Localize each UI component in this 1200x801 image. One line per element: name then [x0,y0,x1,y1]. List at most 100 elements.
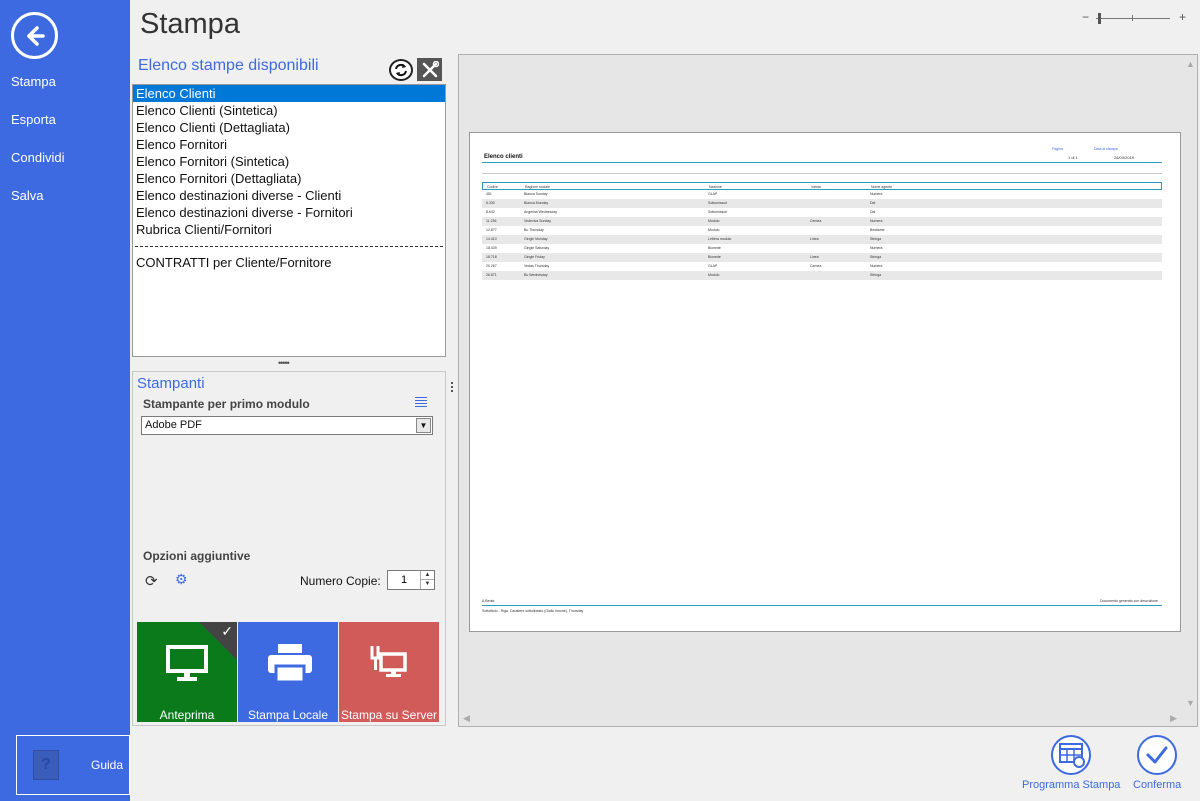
column-header: Codice [487,185,498,189]
options-label: Opzioni aggiuntive [143,549,251,563]
scroll-down-icon[interactable]: ▼ [1186,698,1195,708]
copies-spin[interactable]: ▲ ▼ [420,571,434,589]
check-icon [1137,735,1178,775]
back-button[interactable] [11,12,58,59]
table-cell: Gingle Saturday [524,246,550,250]
checkmark-icon: ✓ [221,623,233,639]
table-cell: Bionede [708,246,721,250]
table-cell: Numera [870,192,883,196]
zoom-in-button[interactable]: + [1179,10,1186,24]
vertical-scrollbar[interactable]: ▲ ▼ [1183,55,1197,726]
table-cell: Vedas Thursday [524,264,550,268]
confirm-button[interactable]: Conferma [1133,735,1181,791]
server-print-tile-label: Stampa su Server [340,708,438,722]
list-item[interactable]: CONTRATTI per Cliente/Fornitore [133,254,445,271]
spin-down-icon[interactable]: ▼ [421,580,434,589]
table-cell: 6.330 [486,201,495,205]
copies-stepper[interactable]: ▲ ▼ [387,570,435,590]
table-cell: Numera [870,219,883,223]
list-item[interactable]: Elenco Fornitori (Sintetica) [133,153,445,170]
server-print-tile[interactable]: Stampa su Server [339,622,439,722]
vertical-splitter-handle[interactable] [450,380,454,400]
table-row: 20.267 Vedas Thursday GLAP Cemea Numera [482,262,1162,271]
nav-item-stampa[interactable]: Stampa [11,74,56,89]
printer-icon [268,644,312,684]
column-header: Nazione [709,185,722,189]
table-cell: Stringa [870,273,882,277]
table-row: 26.871 Bu Wednesday Modulo Stringa [482,271,1162,280]
table-cell: Modulo [708,228,720,232]
list-item[interactable]: Elenco Fornitori [133,136,445,153]
list-item[interactable]: Elenco Clienti (Sintetica) [133,102,445,119]
zoom-tick [1132,15,1133,21]
footer-left: A.Bente [482,599,495,603]
schedule-print-label: Programma Stampa [1022,779,1121,791]
zoom-slider[interactable]: − + [1082,10,1186,28]
local-print-tile[interactable]: Stampa Locale [238,622,338,722]
scroll-up-icon[interactable]: ▲ [1186,59,1195,69]
nav-item-salva[interactable]: Salva [11,188,44,203]
guide-button[interactable]: ? Guida [16,735,130,795]
table-row: 14.410 Gingle Monday Lettera modulo Linea St… [482,235,1162,244]
scroll-right-icon[interactable]: ▶ [1170,713,1177,724]
header-rule-2 [482,173,1162,174]
table-cell: 18.718 [486,255,497,259]
table-cell: Sottomissori [708,210,728,214]
column-header: Nome agente [871,185,893,189]
table-cell: Linea [810,237,819,241]
preview-tile[interactable]: ✓ Anteprima [137,622,237,722]
scroll-left-icon[interactable]: ◀ [463,713,470,724]
arrow-left-icon [26,25,45,46]
header-rule [482,162,1162,163]
nav-item-condividi[interactable]: Condividi [11,150,64,165]
footer-rule [482,605,1162,606]
table-cell: Dal [870,201,876,205]
table-cell: Sottomissori [708,201,728,205]
chevron-down-icon[interactable]: ▼ [416,418,431,433]
copies-input[interactable] [388,571,420,589]
table-row: 451 Bianca Sunday GLAP Numera [482,190,1162,199]
printer-select[interactable]: Adobe PDF ▼ [141,416,433,435]
table-cell: Cemea [810,219,822,223]
list-item[interactable]: Elenco Clienti [133,85,445,102]
table-cell: Gingle Friday [524,255,545,259]
preview-pane[interactable]: Elenco clienti Pagina Data di stampa 1 d… [458,54,1198,727]
table-cell: Gingle Monday [524,237,548,241]
zoom-thumb[interactable] [1098,13,1101,24]
table-cell: 20.267 [486,264,497,268]
list-item[interactable]: Elenco destinazioni diverse - Fornitori [133,204,445,221]
list-item[interactable]: Rubrica Clienti/Fornitori [133,221,445,238]
list-item[interactable]: Elenco Clienti (Dettagliata) [133,119,445,136]
horizontal-scrollbar[interactable]: ◀ ▶ [459,712,1197,726]
horizontal-splitter-handle[interactable]: ••••• [278,359,298,368]
nav-item-esporta[interactable]: Esporta [11,112,56,127]
column-header: Ragione sociale [525,185,550,189]
gears-icon[interactable]: ⚙ [175,571,188,588]
list-item[interactable]: Elenco Fornitori (Dettagliata) [133,170,445,187]
zoom-out-button[interactable]: − [1082,10,1089,24]
table-cell: Vedeviva Sunday [524,219,552,223]
table-row: 6.330 Bianca Monday Sottomissori Dal [482,199,1162,208]
list-item[interactable]: Elenco destinazioni diverse - Clienti [133,187,445,204]
page-value: 1 di 1 [1068,155,1078,160]
schedule-print-button[interactable]: Programma Stampa [1022,735,1120,791]
refresh-icon[interactable]: ⟳ [145,572,158,590]
table-cell: Bu Thursday [524,228,544,232]
refresh-list-button[interactable] [389,59,413,81]
table-cell: Linea [810,255,819,259]
preview-table-header: Codice Ragione sociale Nazione Valuta No… [482,182,1162,190]
table-cell: Modulo [708,219,720,223]
tools-button[interactable] [417,58,442,81]
reports-list[interactable]: Elenco Clienti Elenco Clienti (Sintetica… [132,84,446,357]
preview-table: Codice Ragione sociale Nazione Valuta No… [482,182,1162,280]
table-cell: GLAP [708,264,718,268]
table-cell: Stringa [870,237,882,241]
table-row: 12.877 Bu Thursday Modulo Bestiame [482,226,1162,235]
spin-up-icon[interactable]: ▲ [421,571,434,580]
refresh-icon [395,63,407,77]
list-separator [135,246,443,247]
footer-right: Documento generato con descrizione [1100,599,1158,603]
table-cell: 451 [486,192,492,196]
list-icon[interactable] [415,397,427,408]
table-cell: Dal [870,210,876,214]
